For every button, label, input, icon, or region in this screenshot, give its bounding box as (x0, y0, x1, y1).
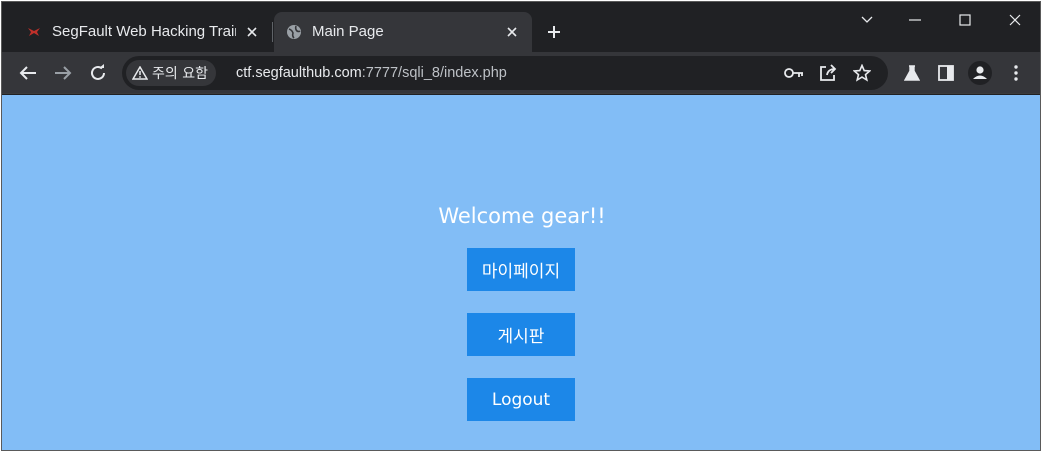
kebab-menu-icon (1014, 65, 1018, 81)
share-button[interactable] (816, 61, 840, 85)
close-tab-icon[interactable] (242, 22, 262, 42)
flask-icon (904, 65, 920, 81)
back-button[interactable] (14, 59, 42, 87)
welcome-heading: Welcome gear!! (438, 204, 606, 228)
chevron-down-icon (861, 16, 873, 23)
menu-button[interactable] (1002, 59, 1030, 87)
segfault-logo-icon (26, 24, 42, 40)
maximize-icon (959, 14, 971, 26)
tab-separator (272, 22, 273, 42)
maximize-button[interactable] (942, 2, 988, 38)
url-host: ctf.segfaulthub.com (236, 65, 362, 81)
password-key-button[interactable] (782, 61, 806, 85)
close-window-button[interactable] (992, 2, 1038, 38)
warning-icon (132, 66, 148, 80)
new-tab-button[interactable] (542, 20, 566, 44)
share-icon (820, 64, 837, 81)
profile-button[interactable] (966, 59, 994, 87)
globe-icon (286, 24, 302, 40)
arrow-right-icon (55, 66, 72, 80)
arrow-left-icon (19, 66, 36, 80)
reload-icon (91, 64, 105, 80)
tab-strip: SegFault Web Hacking Training Main Page (2, 2, 1040, 52)
logout-button[interactable]: Logout (467, 378, 575, 421)
minimize-button[interactable] (892, 2, 938, 38)
close-tab-icon[interactable] (502, 22, 522, 42)
url-path: :7777/sqli_8/index.php (361, 65, 507, 81)
tab-title: SegFault Web Hacking Training (52, 23, 236, 40)
url-text[interactable]: ctf.segfaulthub.com:7777/sqli_8/index.ph… (236, 65, 507, 81)
labs-button[interactable] (898, 59, 926, 87)
address-bar[interactable]: 주의 요함 ctf.segfaulthub.com:7777/sqli_8/in… (122, 56, 888, 90)
plus-icon (548, 26, 560, 38)
browser-toolbar: 주의 요함 ctf.segfaulthub.com:7777/sqli_8/in… (2, 52, 1040, 94)
forward-button[interactable] (49, 59, 77, 87)
side-panel-button[interactable] (932, 59, 960, 87)
minimize-icon (909, 19, 921, 21)
page-content: Welcome gear!! 마이페이지 게시판 Logout (2, 95, 1040, 450)
site-security-chip[interactable]: 주의 요함 (126, 60, 216, 86)
reload-button[interactable] (84, 59, 112, 87)
bookmark-button[interactable] (850, 61, 874, 85)
security-chip-label: 주의 요함 (152, 66, 208, 82)
side-panel-icon (938, 65, 954, 81)
key-icon (784, 68, 803, 78)
tab-search-button[interactable] (844, 2, 890, 38)
tab-title: Main Page (312, 23, 384, 40)
browser-window: SegFault Web Hacking Training Main Page (1, 1, 1041, 451)
tab-main-page[interactable]: Main Page (274, 12, 532, 52)
avatar-icon (968, 61, 992, 85)
close-icon (1009, 14, 1021, 26)
board-button[interactable]: 게시판 (467, 313, 575, 356)
tab-segfault[interactable]: SegFault Web Hacking Training (14, 12, 272, 52)
star-icon (853, 64, 871, 82)
mypage-button[interactable]: 마이페이지 (467, 248, 575, 291)
